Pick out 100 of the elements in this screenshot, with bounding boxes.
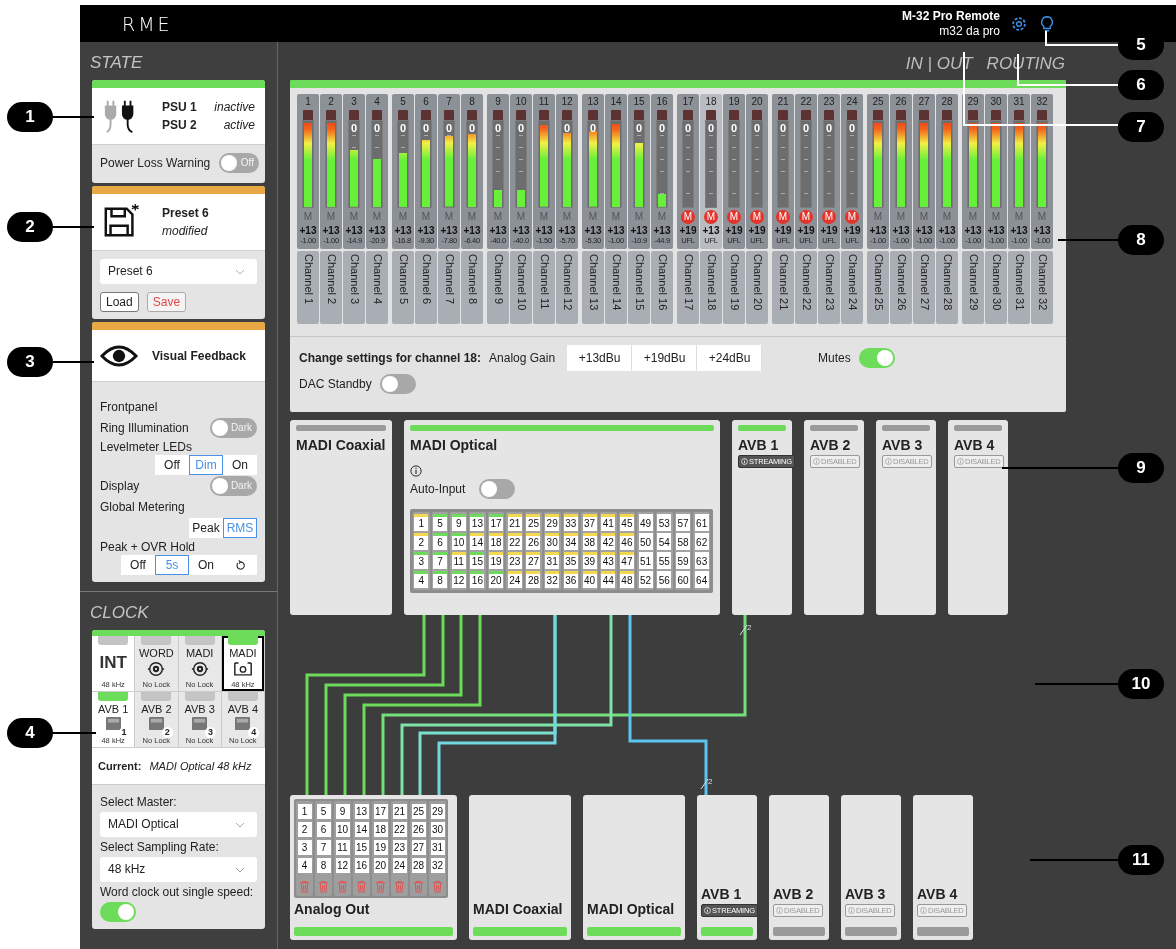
channel-cell[interactable]: 11 — [451, 555, 466, 569]
channel-cell[interactable]: 1 — [297, 804, 312, 819]
channel-cell[interactable]: 8 — [316, 858, 331, 873]
mute-button[interactable]: M — [750, 210, 764, 224]
channel-cell[interactable]: 44 — [601, 574, 616, 588]
channel-cell[interactable]: 58 — [675, 536, 690, 550]
channel-cell[interactable]: 12 — [451, 574, 466, 588]
channel-cell[interactable]: 4 — [414, 574, 429, 588]
channel-cell[interactable]: 13 — [354, 804, 369, 819]
channel-cell[interactable]: 57 — [675, 517, 690, 531]
channel-cell[interactable]: 14 — [354, 822, 369, 837]
channel-cell[interactable]: 20 — [373, 858, 388, 873]
channel-cell[interactable]: 2 — [297, 822, 312, 837]
channel-cell[interactable]: 59 — [675, 555, 690, 569]
segment-button[interactable]: Off — [121, 555, 155, 575]
channel-cell[interactable]: 56 — [657, 574, 672, 588]
lightbulb-icon[interactable] — [1038, 14, 1056, 33]
segment-button[interactable]: Peak — [189, 518, 223, 538]
mute-button[interactable]: M — [704, 210, 718, 224]
channel-name[interactable]: Channel 2 — [320, 251, 342, 324]
channel-cell[interactable]: 25 — [411, 804, 426, 819]
channel-name[interactable]: Channel 19 — [723, 251, 745, 324]
channel-name[interactable]: Channel 6 — [415, 251, 437, 324]
channel-cell[interactable]: 10 — [335, 822, 350, 837]
trash-icon[interactable] — [375, 880, 386, 893]
channel-cell[interactable]: 21 — [392, 804, 407, 819]
channel-cell[interactable]: 31 — [545, 555, 560, 569]
channel-cell[interactable]: 1 — [414, 517, 429, 531]
dropdown[interactable]: 48 kHz — [100, 857, 257, 882]
dropdown[interactable]: MADI Optical — [100, 812, 257, 837]
reset-button[interactable] — [223, 555, 257, 575]
trash-icon[interactable] — [394, 880, 405, 893]
gain-button[interactable]: +13dBu — [567, 345, 633, 371]
channel-name[interactable]: Channel 17 — [677, 251, 699, 324]
channel-name[interactable]: Channel 15 — [628, 251, 650, 324]
channel-cell[interactable]: 22 — [392, 822, 407, 837]
channel-cell[interactable]: 10 — [451, 536, 466, 550]
channel-cell[interactable]: 11 — [335, 840, 350, 855]
channel-cell[interactable]: 26 — [411, 822, 426, 837]
channel-cell[interactable]: 28 — [526, 574, 541, 588]
channel-name[interactable]: Channel 11 — [533, 251, 555, 324]
channel-cell[interactable]: 32 — [545, 574, 560, 588]
channel-cell[interactable]: 15 — [354, 840, 369, 855]
channel-cell[interactable]: 39 — [582, 555, 597, 569]
channel-cell[interactable]: 45 — [619, 517, 634, 531]
channel-cell[interactable]: 64 — [694, 574, 709, 588]
toggle-switch[interactable] — [858, 348, 895, 368]
channel-cell[interactable]: 50 — [638, 536, 653, 550]
mute-button[interactable]: M — [776, 210, 790, 224]
trash-icon[interactable] — [413, 880, 424, 893]
channel-cell[interactable]: 30 — [430, 822, 445, 837]
channel-name[interactable]: Channel 8 — [461, 251, 483, 324]
channel-name[interactable]: Channel 14 — [605, 251, 627, 324]
channel-name[interactable]: Channel 7 — [438, 251, 460, 324]
segment-button[interactable]: On — [223, 455, 257, 475]
channel-cell[interactable]: 36 — [563, 574, 578, 588]
gain-button[interactable]: +19dBu — [632, 345, 698, 371]
channel-cell[interactable]: 52 — [638, 574, 653, 588]
channel-name[interactable]: Channel 10 — [510, 251, 532, 324]
channel-name[interactable]: Channel 26 — [890, 251, 912, 324]
channel-cell[interactable]: 46 — [619, 536, 634, 550]
mute-button[interactable]: M — [681, 210, 695, 224]
channel-cell[interactable]: 5 — [433, 517, 448, 531]
channel-cell[interactable]: 41 — [601, 517, 616, 531]
channel-name[interactable]: Channel 24 — [841, 251, 863, 324]
channel-cell[interactable]: 22 — [507, 536, 522, 550]
toggle-switch[interactable] — [100, 902, 136, 922]
channel-cell[interactable]: 18 — [373, 822, 388, 837]
channel-cell[interactable]: 2 — [414, 536, 429, 550]
channel-cell[interactable]: 21 — [507, 517, 522, 531]
channel-cell[interactable]: 30 — [545, 536, 560, 550]
mute-button[interactable]: M — [822, 210, 836, 224]
channel-name[interactable]: Channel 18 — [700, 251, 722, 324]
channel-cell[interactable]: 37 — [582, 517, 597, 531]
channel-cell[interactable]: 6 — [433, 536, 448, 550]
channel-cell[interactable]: 62 — [694, 536, 709, 550]
channel-cell[interactable]: 51 — [638, 555, 653, 569]
channel-cell[interactable]: 42 — [601, 536, 616, 550]
trash-icon[interactable] — [432, 880, 443, 893]
channel-cell[interactable]: 20 — [489, 574, 504, 588]
channel-cell[interactable]: 63 — [694, 555, 709, 569]
segment-button[interactable]: On — [189, 555, 223, 575]
channel-name[interactable]: Channel 4 — [366, 251, 388, 324]
channel-name[interactable]: Channel 32 — [1031, 251, 1053, 324]
mute-button[interactable]: M — [845, 210, 859, 224]
channel-cell[interactable]: 40 — [582, 574, 597, 588]
channel-cell[interactable]: 43 — [601, 555, 616, 569]
channel-cell[interactable]: 38 — [582, 536, 597, 550]
channel-cell[interactable]: 16 — [470, 574, 485, 588]
channel-name[interactable]: Channel 1 — [297, 251, 319, 324]
channel-cell[interactable]: 17 — [489, 517, 504, 531]
channel-cell[interactable]: 4 — [297, 858, 312, 873]
channel-cell[interactable]: 61 — [694, 517, 709, 531]
channel-cell[interactable]: 18 — [489, 536, 504, 550]
channel-cell[interactable]: 19 — [373, 840, 388, 855]
load-button[interactable]: Load — [100, 292, 139, 312]
channel-cell[interactable]: 7 — [433, 555, 448, 569]
channel-name[interactable]: Channel 16 — [651, 251, 673, 324]
channel-cell[interactable]: 60 — [675, 574, 690, 588]
channel-name[interactable]: Channel 5 — [392, 251, 414, 324]
